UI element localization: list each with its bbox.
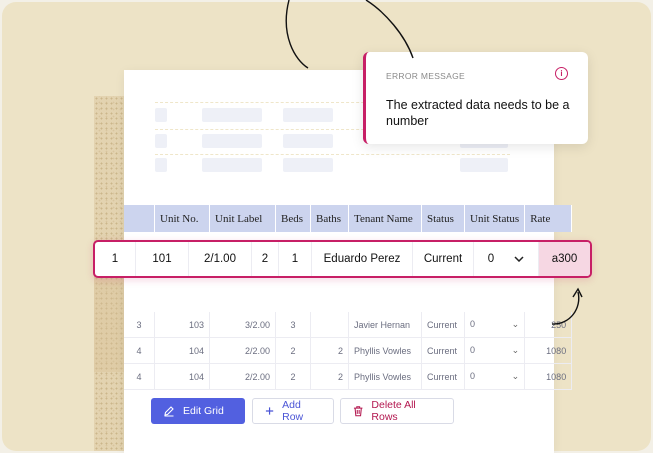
delete-all-label: Delete All Rows xyxy=(371,399,416,423)
arrowhead-icon xyxy=(572,287,583,298)
decorative-curve xyxy=(285,0,309,69)
delete-all-rows-button[interactable]: Delete All Rows xyxy=(340,398,454,424)
pencil-icon xyxy=(164,406,174,417)
annotation-arrows xyxy=(285,0,583,325)
edit-grid-button[interactable]: Edit Grid xyxy=(151,398,245,424)
add-row-button[interactable]: Add Row xyxy=(252,398,334,424)
pointer-arrow-icon xyxy=(551,291,580,325)
edit-grid-label: Edit Grid xyxy=(183,405,224,417)
plus-icon xyxy=(265,407,274,415)
trash-icon xyxy=(353,406,363,417)
connector-curve xyxy=(365,0,414,59)
add-row-label: Add Row xyxy=(282,399,304,423)
